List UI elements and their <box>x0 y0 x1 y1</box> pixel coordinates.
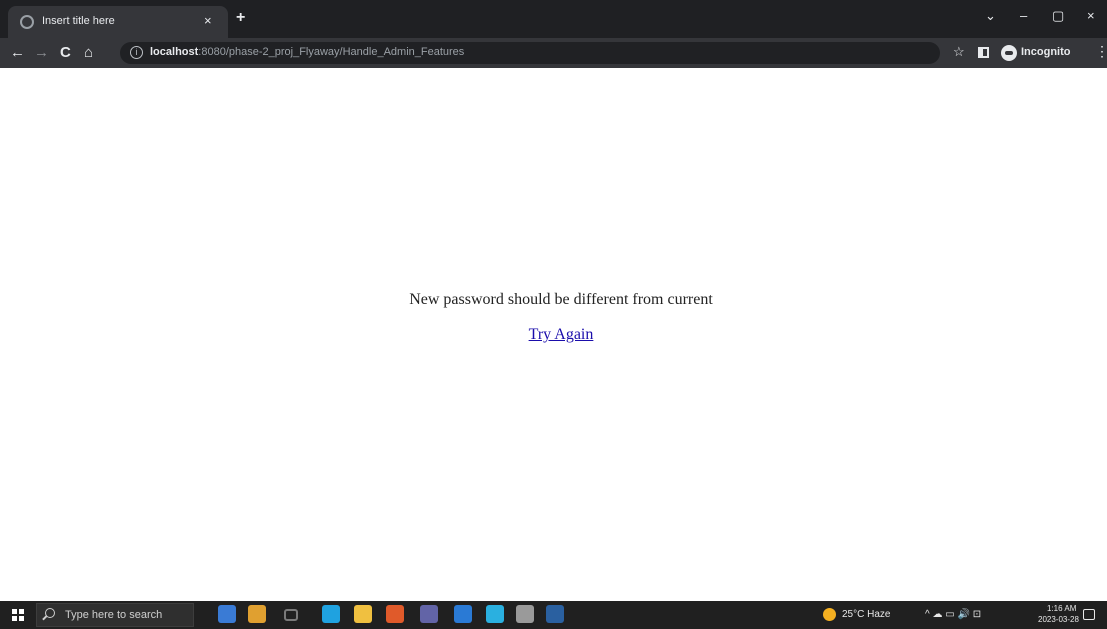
globe-icon <box>20 15 34 29</box>
site-info-icon[interactable]: i <box>130 46 143 59</box>
forward-button[interactable]: → <box>34 44 49 62</box>
home-button[interactable]: ⌂ <box>84 44 93 62</box>
terminal-icon[interactable] <box>516 605 534 623</box>
url-text: localhost:8080/phase-2_proj_Flyaway/Hand… <box>150 46 464 58</box>
task-view-icon[interactable] <box>284 609 298 621</box>
incognito-profile-button[interactable]: Incognito <box>997 43 1083 63</box>
eclipse-icon[interactable] <box>486 605 504 623</box>
tab-search-icon[interactable]: ⌄ <box>985 8 996 24</box>
new-tab-button[interactable]: + <box>236 9 245 27</box>
url-path: :8080/phase-2_proj_Flyaway/Handle_Admin_… <box>198 46 465 58</box>
error-message: New password should be different from cu… <box>409 291 713 308</box>
back-button[interactable]: ← <box>10 44 25 62</box>
taskbar-search-placeholder: Type here to search <box>65 609 163 621</box>
browser-tab[interactable]: Insert title here × <box>8 6 228 38</box>
bookmark-star-icon[interactable]: ☆ <box>953 44 965 60</box>
outlook-icon[interactable] <box>454 605 472 623</box>
page-content: New password should be different from cu… <box>0 68 1107 601</box>
side-panel-icon[interactable] <box>978 47 989 58</box>
browser-menu-icon[interactable]: ⋮ <box>1095 43 1107 60</box>
file-manager-icon[interactable] <box>354 605 372 623</box>
clock-date[interactable]: 2023-03-28 <box>1038 615 1079 624</box>
weather-sun-icon[interactable] <box>823 608 836 621</box>
teams-icon[interactable] <box>420 605 438 623</box>
windows-taskbar: Type here to search 25°C Haze ^ ☁ ▭ 🔊 ⊡ … <box>0 601 1107 629</box>
taskbar-search-box[interactable]: Type here to search <box>36 603 194 627</box>
incognito-icon <box>1001 45 1017 61</box>
notification-icon[interactable] <box>1083 609 1095 620</box>
reload-button[interactable]: C <box>60 44 71 62</box>
system-tray-icons[interactable]: ^ ☁ ▭ 🔊 ⊡ <box>925 609 981 620</box>
briefcase-icon[interactable] <box>248 605 266 623</box>
try-again-paragraph: Try Again <box>0 326 1107 344</box>
close-tab-icon[interactable]: × <box>204 13 212 28</box>
app-icon[interactable] <box>546 605 564 623</box>
weather-text[interactable]: 25°C Haze <box>842 609 890 620</box>
incognito-label: Incognito <box>1021 46 1071 58</box>
tab-title: Insert title here <box>42 15 115 27</box>
browser-tab-strip: Insert title here × + ⌄ – ▢ × <box>0 0 1107 38</box>
try-again-link[interactable]: Try Again <box>529 326 594 343</box>
restore-button[interactable]: ▢ <box>1052 8 1064 24</box>
search-icon <box>45 608 55 618</box>
windows-start-icon[interactable] <box>12 609 24 621</box>
browser-toolbar: ← → C ⌂ i localhost:8080/phase-2_proj_Fl… <box>0 38 1107 68</box>
chrome-icon[interactable] <box>386 605 404 623</box>
edge-icon[interactable] <box>322 605 340 623</box>
url-host: localhost <box>150 46 199 58</box>
close-window-button[interactable]: × <box>1087 8 1095 23</box>
minimize-button[interactable]: – <box>1020 8 1027 23</box>
clock-time[interactable]: 1:16 AM <box>1047 604 1076 613</box>
file-explorer-icon[interactable] <box>218 605 236 623</box>
address-bar[interactable]: i localhost:8080/phase-2_proj_Flyaway/Ha… <box>120 42 940 64</box>
